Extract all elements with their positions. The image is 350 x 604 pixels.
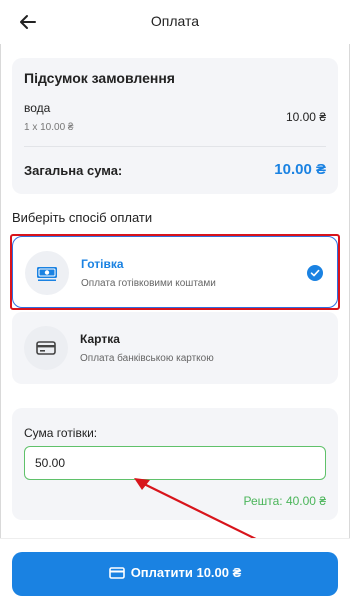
payment-method-label: Виберіть спосіб оплати	[12, 210, 153, 225]
header: Оплата	[0, 0, 350, 44]
payment-option-description: Оплата банківською карткою	[80, 353, 214, 364]
card-icon	[108, 567, 125, 579]
payment-option-card[interactable]: Картка Оплата банківською карткою	[12, 312, 338, 384]
payment-option-name: Картка	[80, 332, 120, 346]
selection-highlight	[10, 234, 340, 310]
pay-button-label: Оплатити 10.00 ₴	[130, 565, 242, 580]
card-icon	[24, 326, 68, 370]
divider	[24, 146, 326, 147]
cash-amount-label: Сума готівки:	[24, 426, 98, 440]
order-summary-card: Підсумок замовлення вода 1 x 10.00 ₴ 10.…	[12, 58, 338, 194]
item-quantity: 1 x 10.00 ₴	[24, 122, 74, 133]
total-label: Загальна сума:	[24, 163, 123, 178]
item-price: 10.00 ₴	[285, 110, 326, 124]
page-title: Оплата	[150, 13, 200, 29]
summary-title: Підсумок замовлення	[24, 70, 175, 86]
pay-button[interactable]: Оплатити 10.00 ₴	[12, 552, 338, 596]
total-value: 10.00 ₴	[274, 161, 326, 178]
item-name: вода	[24, 101, 51, 115]
